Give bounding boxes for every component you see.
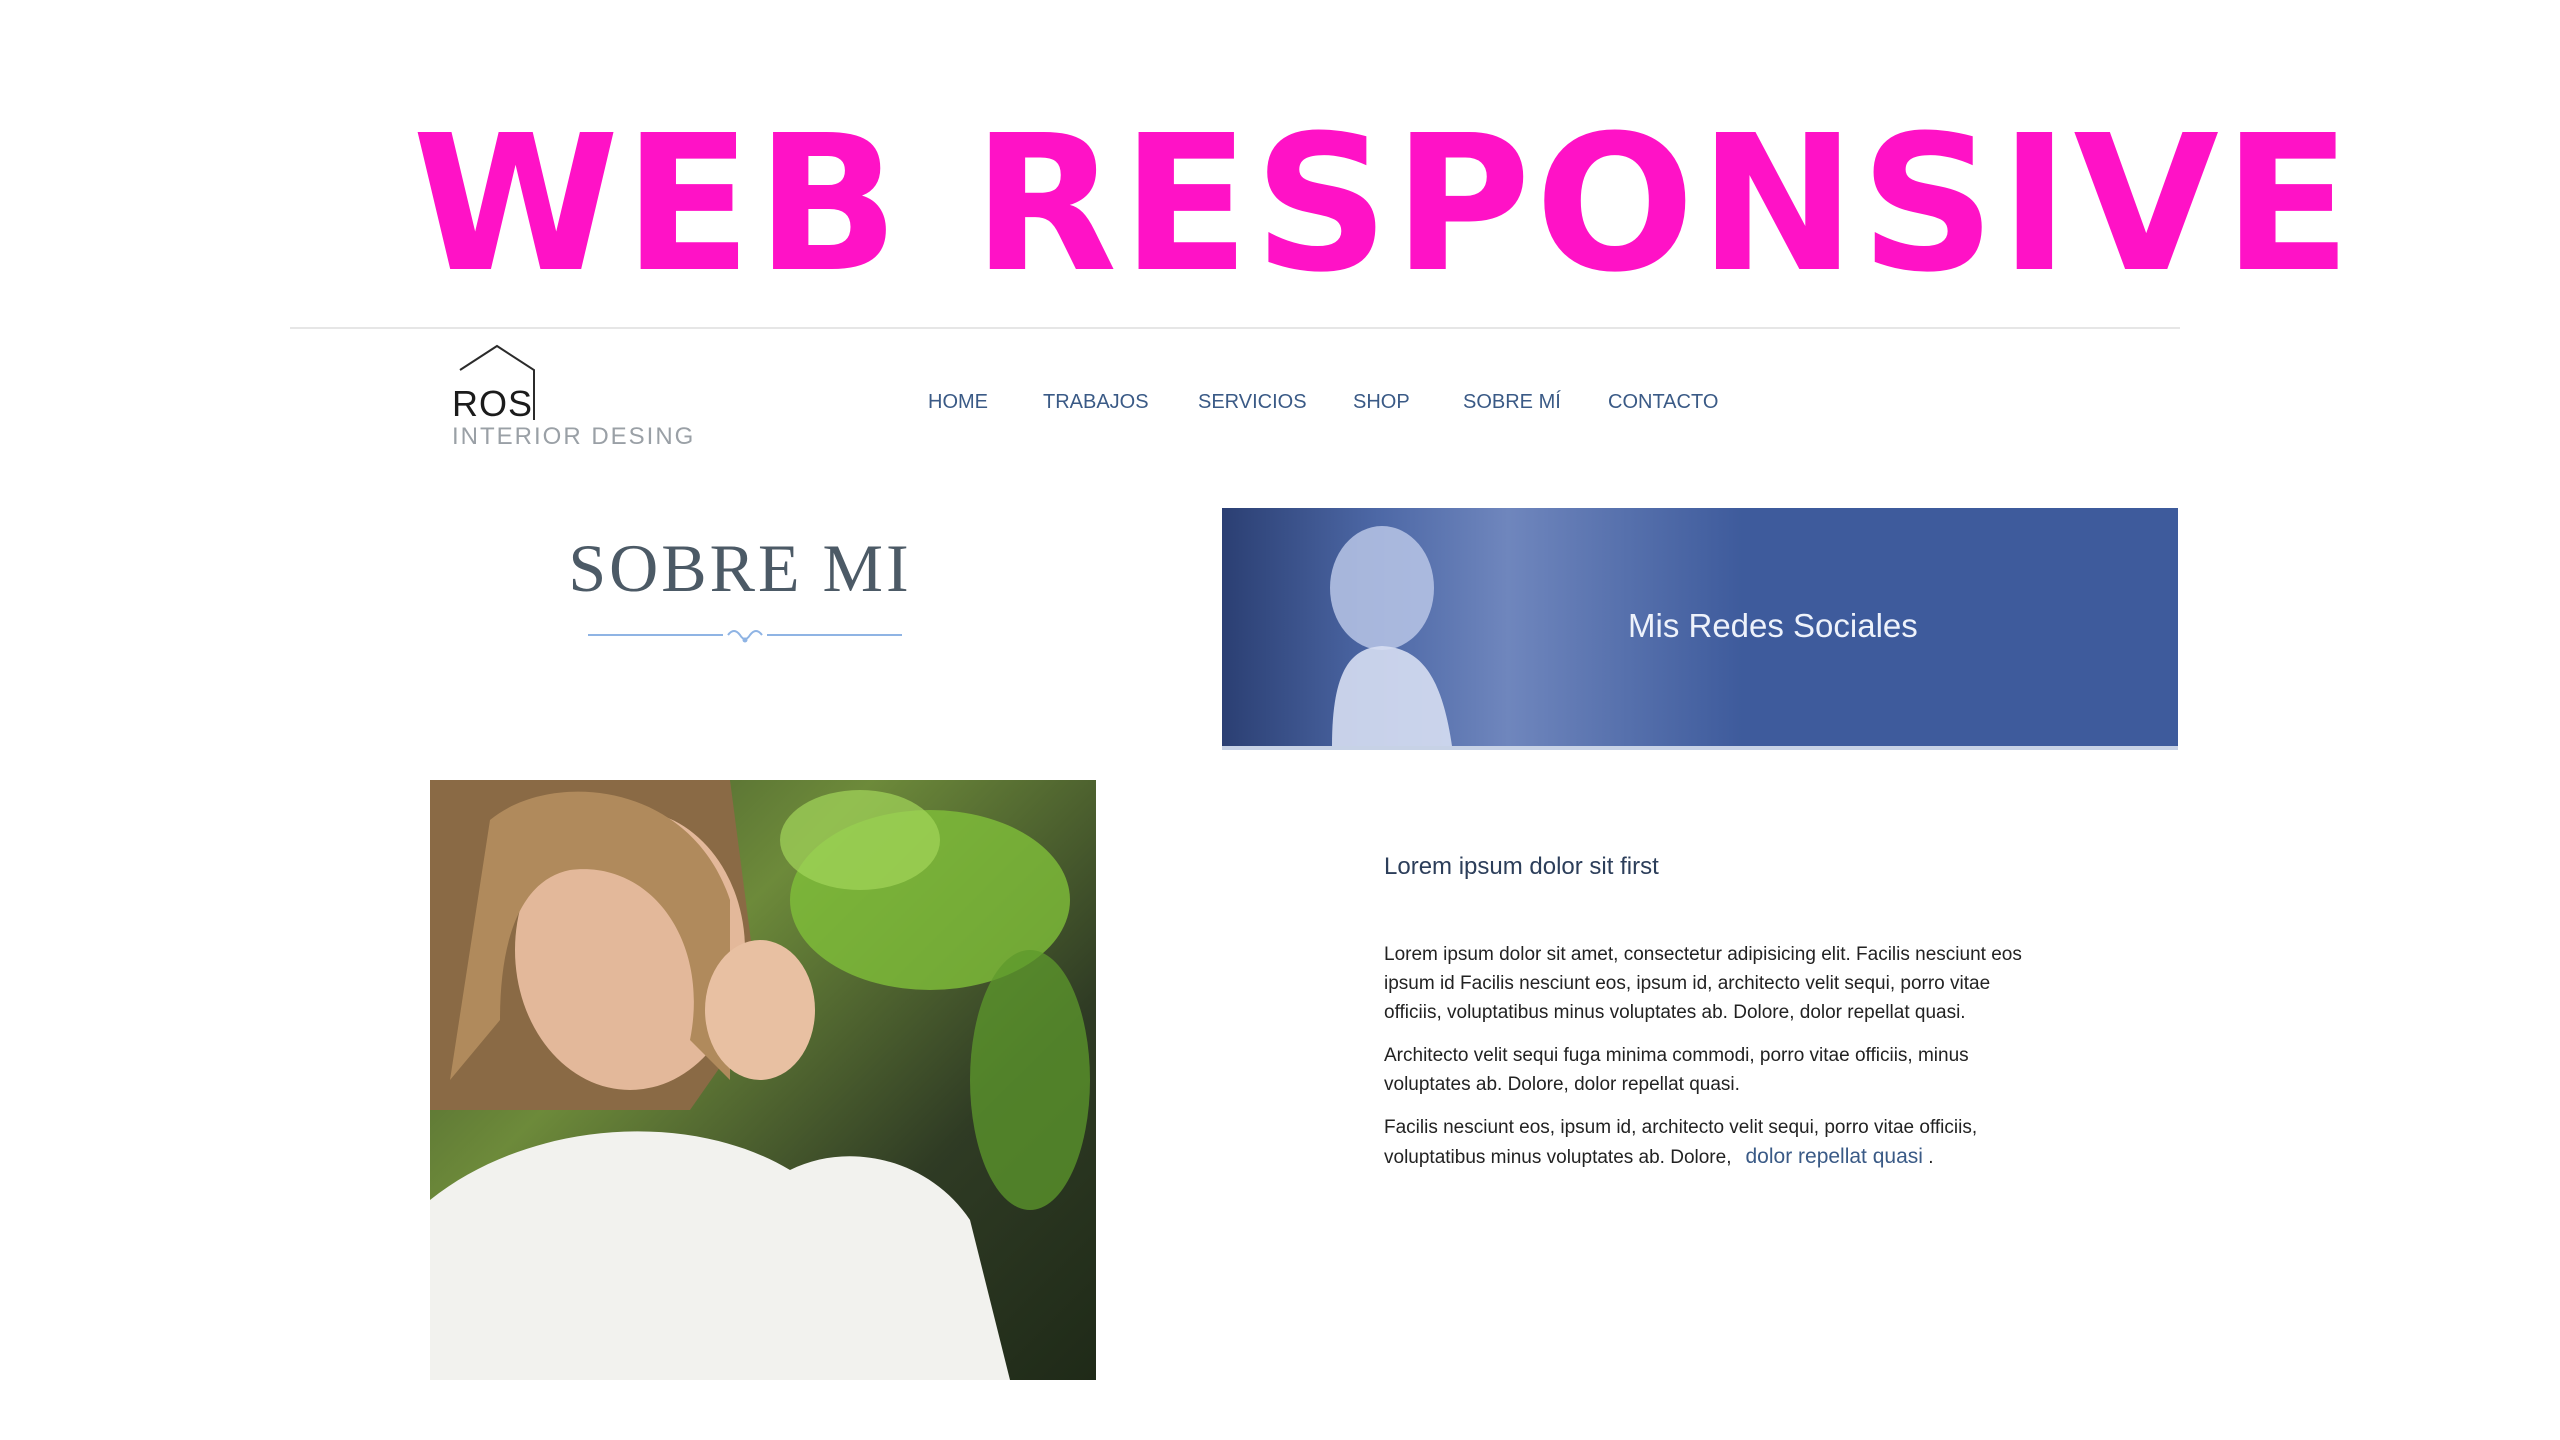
logo-name: ROS	[452, 383, 534, 424]
page-headline: WEB RESPONSIVE	[412, 95, 2356, 314]
nav-sobre-mi[interactable]: SOBRE MÍ	[1463, 385, 1608, 419]
paragraph-3-end: .	[1928, 1147, 1934, 1168]
paragraph-1: Lorem ipsum dolor sit amet, consectetur …	[1384, 944, 2022, 1023]
nav-contacto[interactable]: CONTACTO	[1608, 385, 1728, 419]
nav-trabajos[interactable]: TRABAJOS	[1043, 385, 1198, 419]
logo-subtitle: INTERIOR DESING	[452, 423, 696, 450]
paragraph-2: Architecto velit sequi fuga minima commo…	[1384, 1045, 1969, 1095]
about-title: SOBRE MI	[568, 530, 912, 606]
social-banner[interactable]: Mis Redes Sociales	[1222, 508, 2178, 750]
header-divider	[290, 327, 2180, 329]
main-nav: HOME TRABAJOS SERVICIOS SHOP SOBRE MÍ CO…	[928, 385, 1728, 419]
about-text: Lorem ipsum dolor sit first Lorem ipsum …	[1384, 850, 2024, 1186]
portrait-photo	[430, 780, 1096, 1380]
title-ornament	[588, 630, 902, 643]
nav-home[interactable]: HOME	[928, 385, 1043, 419]
site-logo[interactable]: ROS INTERIOR DESING	[452, 342, 693, 452]
nav-shop[interactable]: SHOP	[1353, 385, 1463, 419]
paragraph-3: Facilis nesciunt eos, ipsum id, architec…	[1384, 1113, 2024, 1172]
woman-silhouette-icon	[1330, 526, 1452, 746]
read-more-link[interactable]: dolor repellat quasi	[1745, 1145, 1922, 1168]
portrait-illustration	[430, 780, 1090, 1380]
lead-text: Lorem ipsum dolor sit first	[1384, 853, 1659, 880]
nav-servicios[interactable]: SERVICIOS	[1198, 385, 1353, 419]
banner-text: Mis Redes Sociales	[1628, 607, 1918, 644]
